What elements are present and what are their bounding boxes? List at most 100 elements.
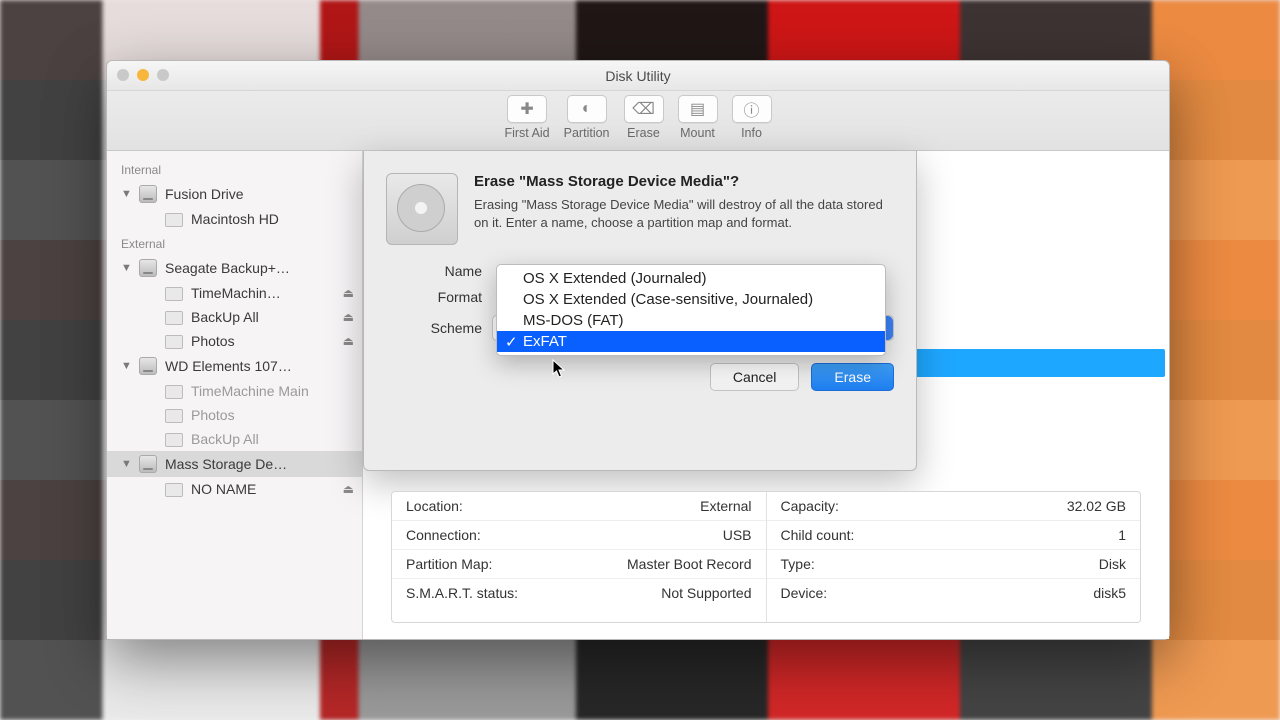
eject-icon[interactable]: ⏏ — [343, 482, 354, 496]
disk-icon — [139, 357, 157, 375]
disk-utility-window: Disk Utility ✚ First Aid ◐ Partition ⌫ E… — [106, 60, 1170, 640]
cursor-icon — [552, 359, 566, 379]
sidebar-volume[interactable]: Photos ⏏ — [107, 329, 362, 353]
sidebar-section-external: External — [107, 231, 362, 255]
close-icon[interactable] — [117, 69, 129, 81]
format-label: Format — [386, 289, 492, 305]
volume-icon — [165, 287, 183, 301]
volume-icon — [165, 483, 183, 497]
option-label: ExFAT — [523, 333, 567, 350]
eject-icon[interactable]: ⏏ — [343, 334, 354, 348]
first-aid-button[interactable]: ✚ First Aid — [504, 95, 549, 150]
zoom-icon[interactable] — [157, 69, 169, 81]
sidebar-volume[interactable]: BackUp All ⏏ — [107, 305, 362, 329]
format-dropdown-menu[interactable]: OS X Extended (Journaled) OS X Extended … — [496, 264, 886, 356]
option-label: OS X Extended (Case-sensitive, Journaled… — [523, 291, 813, 308]
eject-icon[interactable]: ⏏ — [343, 310, 354, 324]
volume-icon — [165, 433, 183, 447]
sidebar-item-label: Macintosh HD — [191, 211, 279, 227]
detail-row: Capacity:32.02 GB — [767, 492, 1141, 521]
stethoscope-icon: ✚ — [520, 99, 533, 119]
sidebar-volume[interactable]: TimeMachine Main — [107, 379, 362, 403]
sidebar-disk-mass-storage[interactable]: ▼ Mass Storage De… — [107, 451, 362, 477]
volume-icon — [165, 311, 183, 325]
option-label: OS X Extended (Journaled) — [523, 270, 706, 287]
option-label: MS-DOS (FAT) — [523, 312, 624, 329]
sidebar-volume[interactable]: BackUp All — [107, 427, 362, 451]
sidebar-item-label: TimeMachine Main — [191, 383, 309, 399]
sidebar-volume-macintosh-hd[interactable]: Macintosh HD — [107, 207, 362, 231]
format-option[interactable]: OS X Extended (Case-sensitive, Journaled… — [497, 289, 885, 310]
erase-confirm-button[interactable]: Erase — [811, 363, 894, 391]
sidebar-section-internal: Internal — [107, 157, 362, 181]
detail-key: Device: — [781, 585, 828, 601]
sheet-title: Erase "Mass Storage Device Media"? — [474, 173, 894, 190]
detail-key: Type: — [781, 556, 815, 572]
sheet-body: Erasing "Mass Storage Device Media" will… — [474, 196, 894, 231]
name-label: Name — [386, 263, 492, 279]
volume-icon — [165, 409, 183, 423]
detail-value: Master Boot Record — [627, 556, 752, 572]
format-option[interactable]: OS X Extended (Journaled) — [497, 268, 885, 289]
sidebar-item-label: Photos — [191, 407, 235, 423]
sidebar-item-label: WD Elements 107… — [165, 358, 292, 374]
partition-button[interactable]: ◐ Partition — [564, 95, 610, 150]
chevron-down-icon[interactable]: ▼ — [121, 262, 131, 274]
volume-icon — [165, 335, 183, 349]
chevron-down-icon[interactable]: ▼ — [121, 188, 131, 200]
detail-row: S.M.A.R.T. status:Not Supported — [392, 579, 766, 607]
titlebar[interactable]: Disk Utility — [107, 61, 1169, 91]
erase-sheet: Erase "Mass Storage Device Media"? Erasi… — [363, 151, 917, 471]
detail-key: Location: — [406, 498, 463, 514]
sidebar-volume[interactable]: TimeMachin… ⏏ — [107, 281, 362, 305]
mount-icon: ▤ — [690, 99, 705, 119]
sidebar-volume-no-name[interactable]: NO NAME ⏏ — [107, 477, 362, 501]
detail-key: Partition Map: — [406, 556, 492, 572]
sidebar-item-label: Fusion Drive — [165, 186, 244, 202]
sidebar-item-label: TimeMachin… — [191, 285, 281, 301]
toolbar-label: Partition — [564, 126, 610, 140]
eject-icon[interactable]: ⏏ — [343, 286, 354, 300]
cancel-button[interactable]: Cancel — [710, 363, 800, 391]
detail-row: Location: External — [392, 492, 766, 521]
details-panel: Location: External Connection: USB Partiti… — [391, 491, 1141, 623]
info-button[interactable]: ⓘ Info — [732, 95, 772, 150]
detail-row: Connection: USB — [392, 521, 766, 550]
minimize-icon[interactable] — [137, 69, 149, 81]
detail-value: 1 — [1118, 527, 1126, 543]
button-label: Cancel — [733, 369, 777, 385]
detail-value: USB — [723, 527, 752, 543]
detail-key: Connection: — [406, 527, 481, 543]
chevron-down-icon[interactable]: ▼ — [121, 458, 131, 470]
toolbar-label: Erase — [627, 126, 660, 140]
sidebar-item-label: NO NAME — [191, 481, 256, 497]
toolbar: ✚ First Aid ◐ Partition ⌫ Erase ▤ Mount … — [107, 91, 1169, 151]
detail-value: disk5 — [1093, 585, 1126, 601]
detail-row: Device: disk5 — [767, 579, 1141, 607]
mount-button[interactable]: ▤ Mount — [678, 95, 718, 150]
detail-value: External — [700, 498, 751, 514]
sidebar-volume[interactable]: Photos — [107, 403, 362, 427]
erase-button[interactable]: ⌫ Erase — [624, 95, 664, 150]
erase-icon: ⌫ — [632, 99, 655, 119]
volume-icon — [165, 385, 183, 399]
info-icon: ⓘ — [743, 97, 759, 121]
format-option[interactable]: MS-DOS (FAT) — [497, 310, 885, 331]
detail-key: Capacity: — [781, 498, 839, 514]
disk-icon — [139, 185, 157, 203]
format-option-selected[interactable]: ExFAT — [497, 331, 885, 352]
disk-icon — [139, 259, 157, 277]
sidebar-item-label: Mass Storage De… — [165, 456, 287, 472]
sidebar-disk-wd[interactable]: ▼ WD Elements 107… — [107, 353, 362, 379]
chevron-down-icon[interactable]: ▼ — [121, 360, 131, 372]
sidebar-item-label: Photos — [191, 333, 235, 349]
disk-icon — [139, 455, 157, 473]
sidebar-disk-fusion[interactable]: ▼ Fusion Drive — [107, 181, 362, 207]
detail-key: Child count: — [781, 527, 855, 543]
main-pane: Erase "Mass Storage Device Media"? Erasi… — [363, 151, 1169, 639]
sidebar-item-label: Seagate Backup+… — [165, 260, 290, 276]
harddrive-icon — [386, 173, 458, 245]
toolbar-label: Mount — [680, 126, 715, 140]
sidebar-item-label: BackUp All — [191, 309, 259, 325]
sidebar-disk-seagate[interactable]: ▼ Seagate Backup+… — [107, 255, 362, 281]
